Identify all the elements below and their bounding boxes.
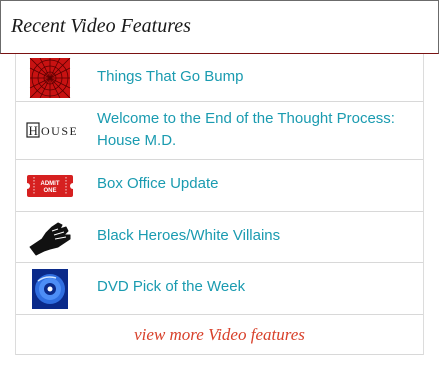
video-feature-link[interactable]: DVD Pick of the Week bbox=[97, 276, 417, 298]
list-item: Black Heroes/White Villains bbox=[16, 212, 423, 263]
admit-one-ticket-thumbnail[interactable]: ADMIT ONE bbox=[24, 166, 76, 206]
list-item: DVD Pick of the Week bbox=[16, 263, 423, 315]
dvd-disc-thumbnail[interactable] bbox=[24, 269, 76, 309]
widget-header: Recent Video Features bbox=[0, 0, 439, 54]
svg-text:OUSE: OUSE bbox=[41, 124, 76, 138]
video-feature-link[interactable]: Box Office Update bbox=[97, 173, 417, 195]
list-item: Things That Go Bump bbox=[16, 54, 423, 102]
svg-text:ADMIT: ADMIT bbox=[41, 181, 60, 187]
more-row: view more Video features bbox=[16, 315, 423, 355]
raised-fist-thumbnail[interactable] bbox=[24, 217, 76, 257]
video-feature-link[interactable]: Welcome to the End of the Thought Proces… bbox=[97, 108, 417, 152]
view-more-video-features-link[interactable]: view more Video features bbox=[16, 325, 423, 345]
svg-text:H: H bbox=[29, 123, 38, 138]
video-feature-list: Things That Go Bump H OUSE Welcome to th… bbox=[15, 54, 424, 355]
red-radial-pattern-thumbnail[interactable] bbox=[24, 58, 76, 98]
house-logo-thumbnail[interactable]: H OUSE bbox=[24, 111, 76, 151]
list-item: H OUSE Welcome to the End of the Thought… bbox=[16, 102, 423, 160]
video-feature-link[interactable]: Black Heroes/White Villains bbox=[97, 225, 417, 247]
list-item: ADMIT ONE Box Office Update bbox=[16, 160, 423, 212]
video-feature-link[interactable]: Things That Go Bump bbox=[97, 66, 417, 88]
widget-title: Recent Video Features bbox=[11, 15, 191, 37]
svg-text:ONE: ONE bbox=[43, 188, 56, 194]
recent-video-features-widget: Recent Video Features Things That Go Bum… bbox=[0, 0, 439, 390]
